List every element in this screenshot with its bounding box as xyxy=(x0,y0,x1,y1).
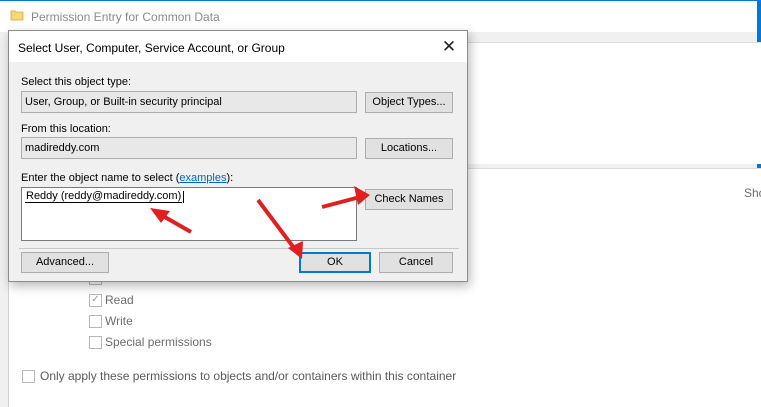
permission-label: Write xyxy=(105,314,133,328)
permission-special[interactable]: Special permissions xyxy=(89,335,212,349)
folder-icon xyxy=(10,8,24,22)
cancel-button[interactable]: Cancel xyxy=(379,252,453,273)
checkbox[interactable] xyxy=(89,335,102,349)
object-name-label: Enter the object name to select (example… xyxy=(21,172,234,184)
permission-label: Read xyxy=(105,293,134,307)
location-field: madireddy.com xyxy=(21,137,357,159)
advanced-button[interactable]: Advanced... xyxy=(21,252,109,273)
window-titlebar: Permission Entry for Common Data xyxy=(0,0,761,32)
window-title: Permission Entry for Common Data xyxy=(31,10,220,24)
object-type-label: Select this object type: xyxy=(21,76,132,88)
object-type-field: User, Group, or Built-in security princi… xyxy=(21,91,357,113)
object-types-button[interactable]: Object Types... xyxy=(365,92,453,113)
checkbox[interactable] xyxy=(89,314,102,328)
object-name-input[interactable]: Reddy (reddy@madireddy.com) xyxy=(21,187,357,241)
examples-link[interactable]: examples xyxy=(179,172,226,184)
dialog-title: Select User, Computer, Service Account, … xyxy=(18,41,285,55)
dialog-titlebar: Select User, Computer, Service Account, … xyxy=(9,31,467,62)
separator xyxy=(19,248,459,249)
resolved-name: Reddy (reddy@madireddy.com) xyxy=(25,190,183,203)
ok-button[interactable]: OK xyxy=(299,252,371,273)
select-user-dialog: Select User, Computer, Service Account, … xyxy=(8,30,468,282)
close-icon[interactable]: ✕ xyxy=(439,37,459,57)
location-label: From this location: xyxy=(21,123,111,135)
check-names-button[interactable]: Check Names xyxy=(365,189,453,210)
apply-to-container-option[interactable]: Only apply these permissions to objects … xyxy=(22,369,456,383)
checkbox[interactable] xyxy=(22,369,35,383)
apply-checkbox-label: Only apply these permissions to objects … xyxy=(40,369,457,383)
permission-label: Special permissions xyxy=(105,335,212,349)
permission-read[interactable]: ✓ Read xyxy=(89,293,134,307)
text-caret xyxy=(183,191,184,203)
permission-write[interactable]: Write xyxy=(89,314,133,328)
show-advanced-link[interactable]: Sho xyxy=(744,186,761,200)
checkbox[interactable]: ✓ xyxy=(89,293,102,307)
locations-button[interactable]: Locations... xyxy=(365,138,453,159)
